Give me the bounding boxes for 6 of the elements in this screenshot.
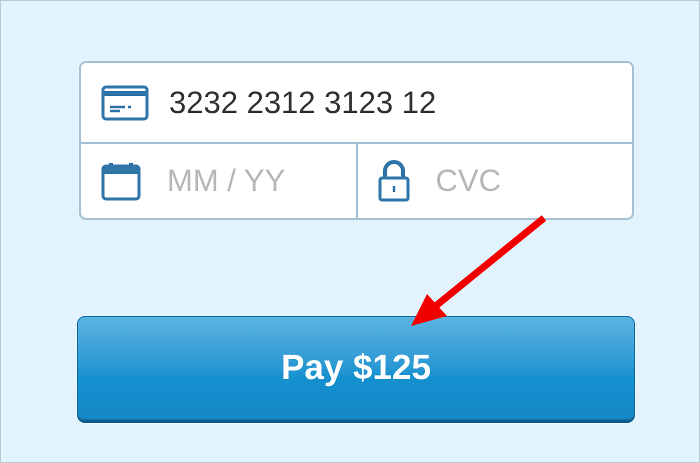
credit-card-icon: [101, 84, 149, 120]
card-number-field[interactable]: 3232 2312 3123 12: [169, 84, 632, 120]
expiry-field[interactable]: MM / YY: [167, 163, 356, 199]
cvc-field[interactable]: CVC: [436, 163, 632, 199]
calendar-icon: [101, 161, 141, 201]
lock-icon: [378, 160, 410, 202]
